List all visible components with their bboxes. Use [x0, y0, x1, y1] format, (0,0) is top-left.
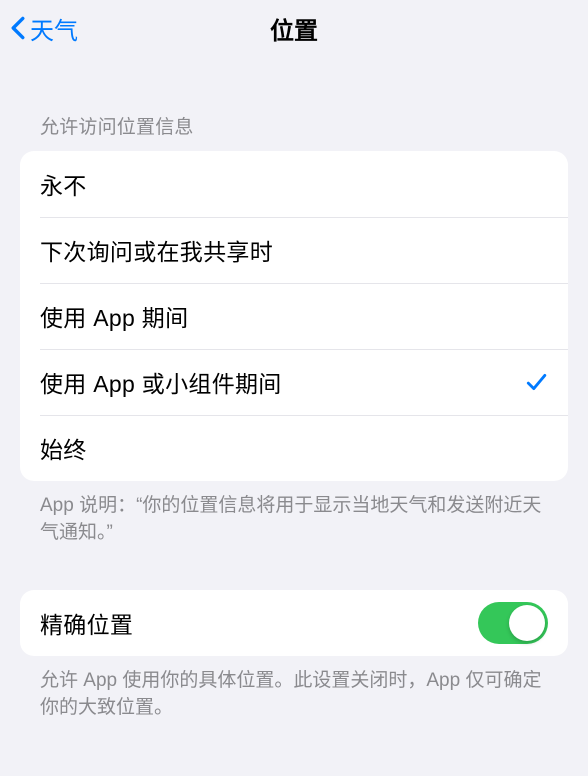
precise-location-group: 精确位置	[20, 590, 568, 656]
precise-location-toggle[interactable]	[478, 602, 548, 644]
section-footer-precise: 允许 App 使用你的具体位置。此设置关闭时，App 仅可确定你的大致位置。	[20, 656, 568, 721]
back-label: 天气	[30, 11, 78, 46]
toggle-knob	[509, 605, 545, 641]
content: 允许访问位置信息 永不 下次询问或在我共享时 使用 App 期间 使用 App …	[0, 56, 588, 721]
nav-bar: 天气 位置	[0, 0, 588, 56]
chevron-left-icon	[8, 14, 28, 42]
option-while-using-app[interactable]: 使用 App 期间	[20, 283, 568, 349]
section-header-access: 允许访问位置信息	[20, 56, 568, 151]
option-always[interactable]: 始终	[20, 415, 568, 481]
option-label: 下次询问或在我共享时	[40, 233, 273, 267]
precise-location-label: 精确位置	[40, 606, 133, 640]
section-footer-explanation: App 说明：“你的位置信息将用于显示当地天气和发送附近天气通知。”	[20, 481, 568, 546]
option-ask-next-time[interactable]: 下次询问或在我共享时	[20, 217, 568, 283]
checkmark-icon	[524, 370, 548, 394]
spacer	[20, 546, 568, 590]
back-button[interactable]: 天气	[8, 11, 78, 46]
precise-location-row[interactable]: 精确位置	[20, 590, 568, 656]
location-access-group: 永不 下次询问或在我共享时 使用 App 期间 使用 App 或小组件期间 始终	[20, 151, 568, 481]
option-label: 始终	[40, 431, 87, 465]
option-label: 永不	[40, 167, 87, 201]
page-title: 位置	[270, 11, 318, 46]
option-label: 使用 App 期间	[40, 299, 188, 333]
option-never[interactable]: 永不	[20, 151, 568, 217]
option-label: 使用 App 或小组件期间	[40, 365, 282, 399]
option-while-using-app-or-widgets[interactable]: 使用 App 或小组件期间	[20, 349, 568, 415]
